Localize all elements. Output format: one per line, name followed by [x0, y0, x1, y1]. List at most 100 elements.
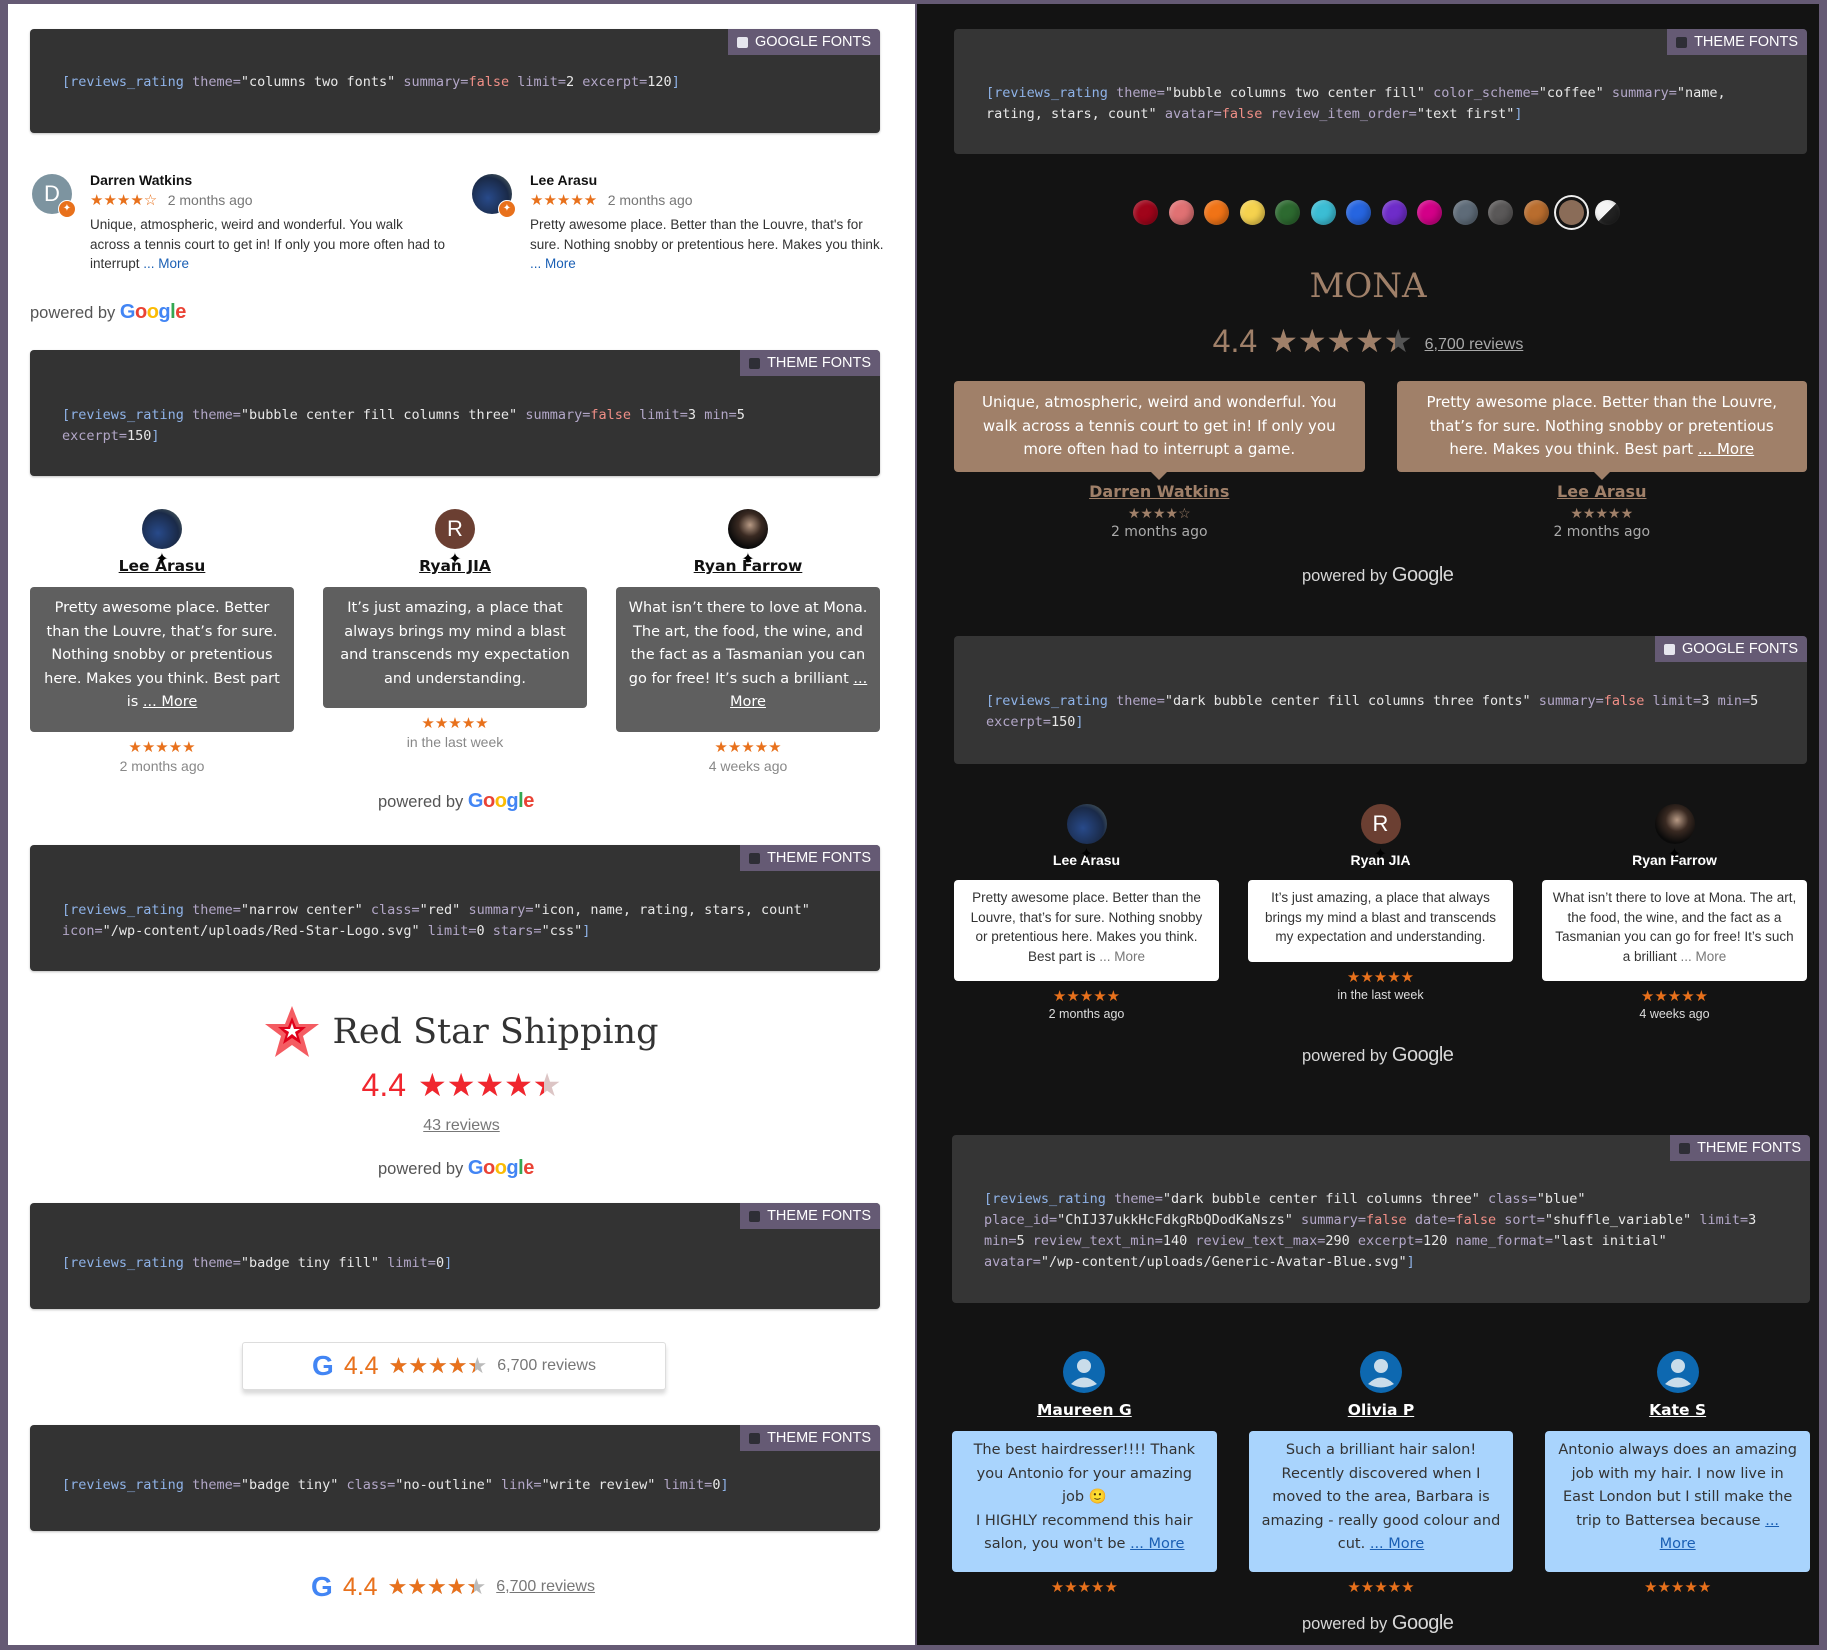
rating-value: 4.4 [361, 1066, 407, 1103]
business-name: MONA [1309, 266, 1427, 306]
code-token: avatar= [984, 1254, 1041, 1270]
code-token: 120 [1422, 1233, 1456, 1249]
shortcode-text: [reviews_rating theme="bubble center fil… [62, 405, 840, 447]
rating-stars: ★★★★★ [421, 715, 489, 732]
review-bubble: Unique, atmospheric, weird and wonderful… [954, 381, 1365, 480]
code-token: summary= [525, 407, 591, 423]
star-icon: ★★ [1326, 323, 1356, 359]
google-logo: Google [1391, 564, 1454, 586]
code-bracket: [ [62, 1255, 71, 1271]
checkbox-icon [749, 357, 761, 369]
google-badge-icon: ✦ [155, 551, 169, 568]
review-count-link[interactable]: 6,700 reviews [1425, 336, 1524, 354]
code-token: link= [500, 1477, 542, 1493]
reviewer-name[interactable]: Maureen G [952, 1401, 1217, 1419]
code-token: class= [346, 1477, 396, 1493]
reviewer-name[interactable]: Kate S [1545, 1401, 1810, 1419]
color-swatch-orange[interactable] [1204, 200, 1229, 225]
code-token: "badge tiny fill" [240, 1255, 388, 1271]
avatar-image: R [1360, 804, 1401, 844]
review-text: What isn’t there to love at Mona. The ar… [628, 600, 868, 687]
reviewer-name[interactable]: Lee Arasu [1397, 482, 1808, 501]
review-bubble: The best hairdresser!!!! Thank you Anton… [952, 1431, 1217, 1572]
code-bracket: ] [582, 923, 591, 939]
write-review-link[interactable]: 6,700 reviews [496, 1578, 595, 1596]
reviewer-name[interactable]: Lee Arasu [530, 172, 597, 188]
powered-by-google: powered by Google [30, 301, 186, 323]
color-swatch-purple[interactable] [1381, 200, 1407, 225]
color-swatch-magenta[interactable] [1417, 200, 1442, 225]
star-icon: ★★ [1297, 323, 1327, 359]
color-swatch-red[interactable] [1133, 200, 1158, 225]
more-link[interactable]: ... More [1698, 440, 1754, 458]
rating-badge[interactable]: G 4.4 ★★★★★★★★★★ 6,700 reviews [242, 1342, 666, 1390]
review-date: 2 months ago [607, 192, 693, 208]
avatar-image [728, 509, 768, 549]
avatar: R ✦ [1360, 804, 1401, 863]
reviewer-name[interactable]: Darren Watkins [90, 172, 192, 188]
checkbox-icon [749, 1432, 761, 1444]
more-link[interactable]: ... More [1099, 949, 1145, 964]
star-fill: ★ [533, 1066, 544, 1104]
review-text: It’s just amazing, a place that always b… [340, 600, 570, 687]
google-logo: Google [467, 790, 534, 812]
review-count-link[interactable]: 43 reviews [423, 1117, 499, 1134]
color-swatch-pink[interactable] [1168, 200, 1194, 225]
code-tag: reviews_rating [994, 693, 1117, 709]
avatar: ✦ [1066, 804, 1107, 863]
review-bubble: Pretty awesome place. Better than the Lo… [1396, 381, 1807, 480]
reviewer-name[interactable]: Darren Watkins [954, 482, 1365, 501]
code-token: false [468, 74, 518, 90]
review-bubble: Pretty awesome place. Better than the Lo… [30, 587, 294, 732]
avatar-image [142, 509, 182, 549]
code-token: icon= [62, 923, 103, 939]
avatar: R ✦ [435, 509, 475, 568]
code-tag: reviews_rating [70, 902, 193, 918]
code-token: excerpt= [986, 714, 1052, 730]
color-swatch-bronze[interactable] [1523, 200, 1549, 225]
color-swatch-slate[interactable] [1452, 200, 1478, 225]
code-token: theme= [1114, 1191, 1163, 1207]
code-token: limit= [1652, 693, 1702, 709]
star-icon: ★★ [466, 1574, 487, 1599]
shortcode-block: THEME FONTS [reviews_rating theme="badge… [30, 1203, 880, 1309]
more-link[interactable]: ... More [143, 256, 189, 271]
star-icon: ★★ [446, 1574, 467, 1599]
summary-rating: 4.4 ★★★★★★★★★★ 6,700 reviews [917, 322, 1819, 360]
code-token: review_item_order= [1270, 106, 1417, 122]
color-swatch-grey[interactable] [1488, 200, 1513, 225]
color-swatch-green[interactable] [1275, 200, 1300, 225]
more-link[interactable]: ... More [143, 694, 197, 710]
code-token: excerpt= [582, 74, 648, 90]
avatar: D ✦ [32, 174, 76, 218]
rating-value: 4.4 [1212, 322, 1258, 359]
color-swatch-yellow[interactable] [1239, 200, 1265, 225]
checkbox-icon [1663, 643, 1675, 655]
more-link[interactable]: ... More [1681, 949, 1727, 964]
powered-by-google: powered by Google [1302, 1612, 1454, 1634]
code-token: theme= [192, 1477, 241, 1493]
star-icon: ★★ [418, 1067, 447, 1103]
more-link[interactable]: ... More [1130, 1536, 1184, 1552]
review-date: 4 weeks ago [708, 757, 788, 774]
code-token: "red" [419, 902, 469, 918]
google-badge-icon: ✦ [1373, 846, 1388, 863]
bubble-tail [335, 691, 575, 698]
review-bubble: It’s just amazing, a place that always b… [1248, 880, 1513, 962]
rating-stars: ★★★★★ [1346, 968, 1415, 986]
shortcode-text: [reviews_rating theme="dark bubble cente… [984, 1189, 1770, 1273]
review-item: ✦ Lee Arasu Pretty awesome place. Better t… [954, 804, 1219, 1021]
color-swatch-black-white[interactable] [1594, 200, 1620, 225]
reviewer-name[interactable]: Olivia P [1249, 1401, 1514, 1419]
code-token: limit= [639, 407, 688, 423]
color-swatch-cyan[interactable] [1310, 200, 1336, 225]
more-link[interactable]: ... More [1370, 1536, 1424, 1552]
font-tag: THEME FONTS [1670, 1135, 1810, 1161]
code-bracket: ] [444, 1255, 453, 1271]
rating-badge-no-outline: G 4.4 ★★★★★★★★★★ 6,700 reviews [242, 1564, 664, 1610]
color-swatch-coffee[interactable] [1559, 200, 1584, 225]
color-swatch-blue[interactable] [1346, 200, 1371, 225]
code-token: excerpt= [1357, 1233, 1423, 1249]
reviews-three-columns-bubble: ✦ Lee Arasu Pretty awesome place. Better t… [30, 509, 880, 779]
more-link[interactable]: ... More [530, 256, 576, 271]
